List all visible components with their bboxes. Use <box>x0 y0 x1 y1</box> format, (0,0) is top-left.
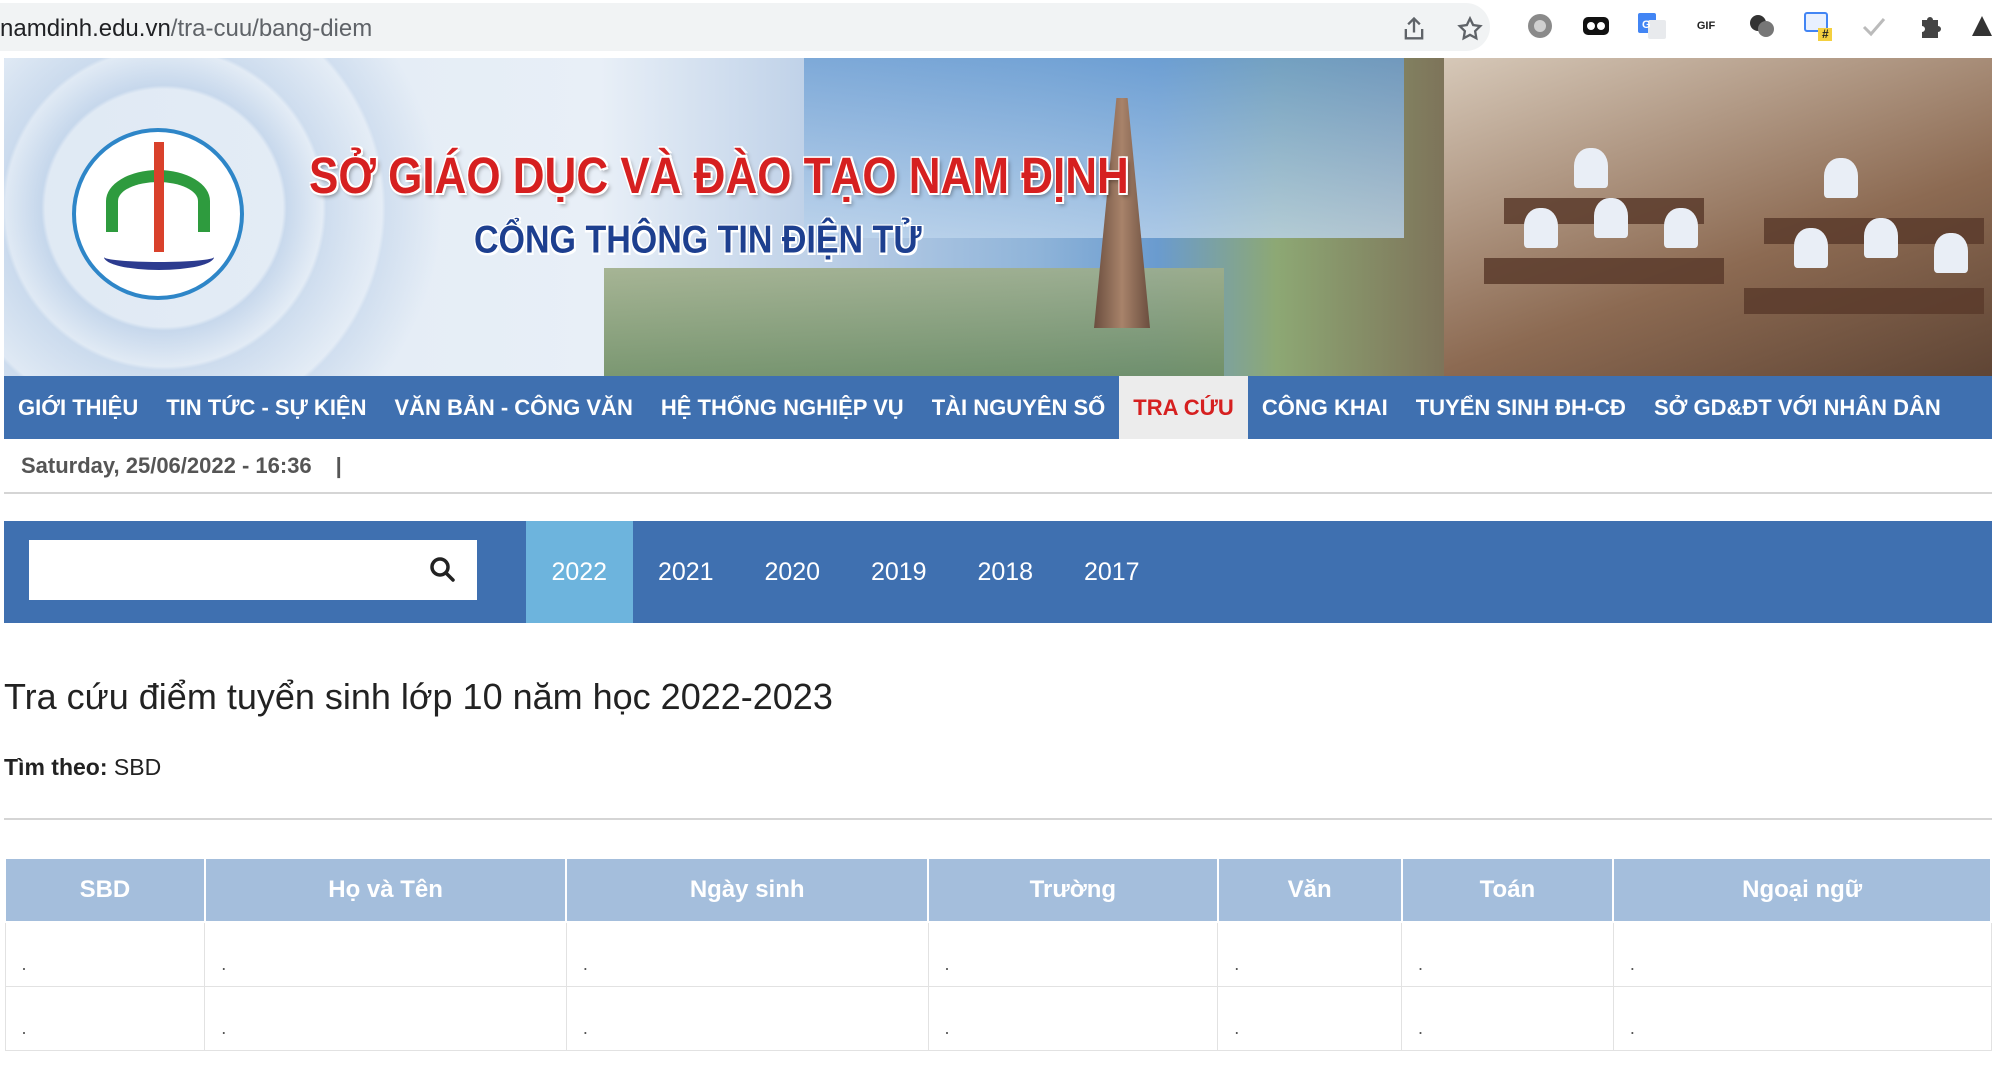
column-header-toan: Toán <box>1400 857 1615 923</box>
share-icon[interactable] <box>1400 15 1428 43</box>
divider <box>4 492 1992 494</box>
nav-item-tra-cuu[interactable]: TRA CỨU <box>1119 376 1248 439</box>
column-header-ngoai-ngu: Ngoại ngữ <box>1612 857 1992 923</box>
table-cell: . <box>1217 921 1403 987</box>
dictionary-extension-icon[interactable]: # <box>1802 10 1834 42</box>
table-cell: . <box>204 985 567 1051</box>
table-cell: . <box>1401 921 1614 987</box>
nav-item-tuyen-sinh[interactable]: TUYỂN SINH ĐH-CĐ <box>1402 376 1640 439</box>
nav-item-gioi-thieu[interactable]: GIỚI THIỆU <box>4 376 152 439</box>
nav-item-tin-tuc[interactable]: TIN TỨC - SỰ KIỆN <box>152 376 380 439</box>
site-title: SỞ GIÁO DỤC VÀ ĐÀO TẠO NAM ĐỊNH <box>309 148 1129 205</box>
table-cell: . <box>204 921 567 987</box>
table-cell: . <box>1612 921 1992 987</box>
current-datetime: Saturday, 25/06/2022 - 16:36 | <box>21 453 342 479</box>
google-translate-icon[interactable]: G <box>1636 10 1668 42</box>
tab-year-2019[interactable]: 2019 <box>846 521 953 623</box>
lookup-toolbar: 2022 2021 2020 2019 2018 2017 <box>4 521 1992 623</box>
table-cell: . <box>4 921 206 987</box>
url-domain: namdinh.edu.vn <box>0 15 171 42</box>
table-cell: . <box>1401 985 1614 1051</box>
datetime-text: Saturday, 25/06/2022 - 16:36 <box>21 453 312 478</box>
gif-extension-label: GIF <box>1696 20 1716 32</box>
dictionary-extension-badge: # <box>1822 27 1829 41</box>
table-header-row: SBD Họ và Tên Ngày sinh Trường Văn Toán … <box>4 857 1992 923</box>
nav-item-he-thong[interactable]: HỆ THỐNG NGHIỆP VỤ <box>647 376 918 439</box>
url-path: /tra-cuu/bang-diem <box>170 15 373 42</box>
search-icon[interactable] <box>427 554 459 586</box>
tab-year-2020[interactable]: 2020 <box>739 521 846 623</box>
column-header-ngay-sinh: Ngày sinh <box>565 857 929 923</box>
browser-toolbar: namdinh.edu.vn/tra-cuu/bang-diem G GIF # <box>0 0 2000 56</box>
table-cell: . <box>565 985 929 1051</box>
search-by-value: SBD <box>113 754 162 780</box>
tab-year-2021[interactable]: 2021 <box>633 521 740 623</box>
column-header-van: Văn <box>1216 857 1403 923</box>
logo-book <box>104 244 214 270</box>
table-cell: . <box>4 985 206 1051</box>
table-row: . . . . . . . <box>4 921 1992 987</box>
column-header-sbd: SBD <box>4 857 206 923</box>
search-box <box>29 540 477 600</box>
department-logo[interactable] <box>72 128 244 300</box>
year-tabs: 2022 2021 2020 2019 2018 2017 <box>526 521 1165 623</box>
glasses-extension-icon[interactable] <box>1580 10 1612 42</box>
results-table: SBD Họ và Tên Ngày sinh Trường Văn Toán … <box>4 857 1992 1051</box>
puzzle-extensions-icon[interactable] <box>1914 10 1946 42</box>
check-extension-icon[interactable] <box>1858 10 1890 42</box>
divider <box>4 818 1992 820</box>
site-banner: SỞ GIÁO DỤC VÀ ĐÀO TẠO NAM ĐỊNH CỔNG THÔ… <box>4 58 1992 376</box>
table-cell: . <box>927 921 1219 987</box>
nav-item-tai-nguyen[interactable]: TÀI NGUYÊN SỐ <box>918 376 1120 439</box>
site-subtitle: CỔNG THÔNG TIN ĐIỆN TỬ <box>474 218 922 262</box>
profile-extension-icon[interactable] <box>1966 10 1998 42</box>
table-cell: . <box>927 985 1219 1051</box>
gif-extension-icon[interactable]: GIF <box>1690 10 1722 42</box>
page-title: Tra cứu điểm tuyển sinh lớp 10 năm học 2… <box>4 676 833 717</box>
balls-extension-icon[interactable] <box>1746 10 1778 42</box>
table-cell: . <box>565 921 929 987</box>
tab-year-2017[interactable]: 2017 <box>1059 521 1166 623</box>
classroom-image <box>1444 58 1992 376</box>
bookmark-star-icon[interactable] <box>1456 15 1484 43</box>
column-header-truong: Trường <box>927 857 1219 923</box>
table-cell: . <box>1217 985 1403 1051</box>
tab-year-2022[interactable]: 2022 <box>526 521 633 623</box>
search-by-label: Tìm theo: <box>4 754 108 780</box>
address-bar[interactable]: namdinh.edu.vn/tra-cuu/bang-diem <box>0 3 1490 51</box>
nav-item-van-ban[interactable]: VĂN BẢN - CÔNG VĂN <box>381 376 647 439</box>
search-input[interactable] <box>29 540 419 600</box>
tab-year-2018[interactable]: 2018 <box>952 521 1059 623</box>
datetime-separator: | <box>335 453 342 478</box>
main-navigation: GIỚI THIỆU TIN TỨC - SỰ KIỆN VĂN BẢN - C… <box>4 376 1992 439</box>
table-cell: . <box>1612 985 1992 1051</box>
search-by-info: Tìm theo: SBD <box>4 754 161 781</box>
url-text[interactable]: namdinh.edu.vn/tra-cuu/bang-diem <box>0 15 372 43</box>
logo-tower <box>154 142 164 252</box>
nav-item-so-gddt[interactable]: SỞ GD&ĐT VỚI NHÂN DÂN <box>1640 376 1955 439</box>
settings-extension-icon[interactable] <box>1524 10 1556 42</box>
column-header-ho-ten: Họ và Tên <box>203 857 568 923</box>
table-row: . . . . . . . <box>4 985 1992 1051</box>
nav-item-cong-khai[interactable]: CÔNG KHAI <box>1248 376 1402 439</box>
svg-text:G: G <box>1642 19 1651 31</box>
